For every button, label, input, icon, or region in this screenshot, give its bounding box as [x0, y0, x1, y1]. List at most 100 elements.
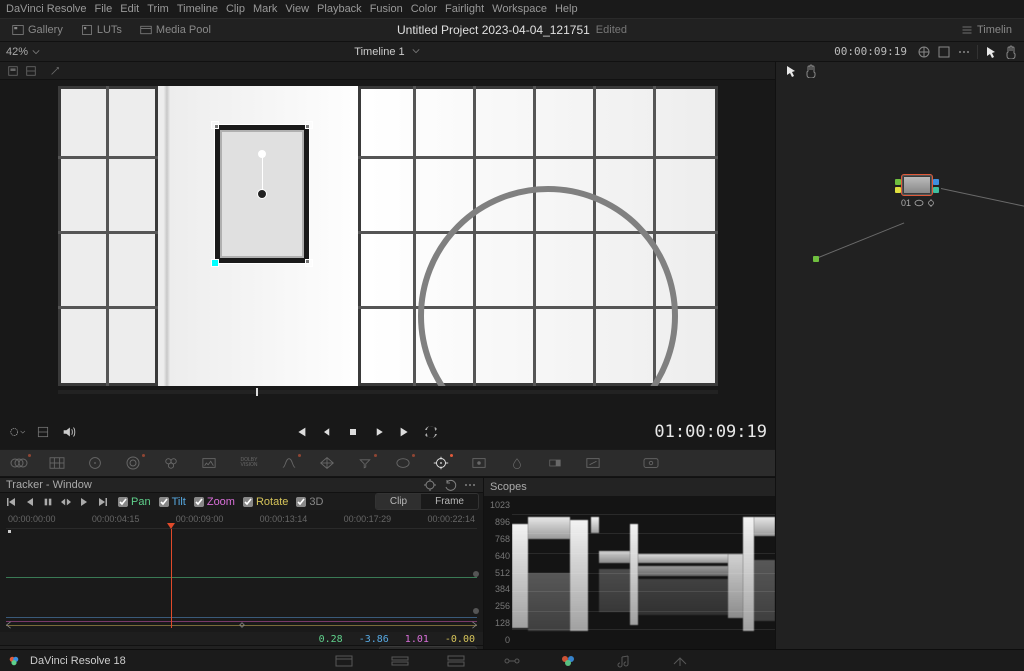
project-title: Untitled Project 2023-04-04_121751	[397, 23, 590, 37]
unmix-icon[interactable]	[34, 423, 52, 441]
track-reverse-button[interactable]	[22, 494, 38, 510]
qualifier-view-icon[interactable]	[6, 64, 20, 78]
zoom-checkbox[interactable]: Zoom	[194, 496, 235, 508]
last-frame-button[interactable]	[396, 423, 414, 441]
zoom-slider-handle-2[interactable]	[473, 608, 479, 614]
mute-icon[interactable]	[60, 423, 78, 441]
pan-checkbox[interactable]: Pan	[118, 496, 151, 508]
viewer-mode-row	[0, 62, 775, 80]
media-page-icon[interactable]	[334, 654, 354, 668]
pointer-tool-icon[interactable]	[984, 45, 998, 59]
menu-help[interactable]: Help	[555, 3, 578, 15]
viewer-scrub-bar[interactable]	[58, 390, 718, 394]
power-window-overlay[interactable]	[214, 124, 310, 264]
wand-icon[interactable]	[48, 64, 62, 78]
timeline-icon	[961, 24, 973, 36]
clip-frame-toggle[interactable]: Clip Frame	[375, 493, 479, 510]
menu-fusion[interactable]: Fusion	[370, 3, 403, 15]
menu-app[interactable]: DaVinci Resolve	[6, 3, 87, 15]
menu-clip[interactable]: Clip	[226, 3, 245, 15]
menu-view[interactable]: View	[285, 3, 309, 15]
track-both-button[interactable]	[58, 494, 74, 510]
media-pool-button[interactable]: Media Pool	[134, 22, 217, 38]
magic-mask-icon[interactable]	[466, 453, 492, 473]
tracker-playhead[interactable]	[171, 529, 172, 628]
menu-playback[interactable]: Playback	[317, 3, 362, 15]
expand-icon[interactable]	[937, 45, 951, 59]
track-forward-one-button[interactable]	[94, 494, 110, 510]
menu-workspace[interactable]: Workspace	[492, 3, 547, 15]
keyframe-next-icon[interactable]	[469, 620, 479, 630]
menu-fairlight[interactable]: Fairlight	[445, 3, 484, 15]
rgb-mixer-icon[interactable]	[158, 453, 184, 473]
sizing-icon[interactable]	[580, 453, 606, 473]
project-edited-label: Edited	[596, 24, 627, 36]
menu-color[interactable]: Color	[411, 3, 437, 15]
power-windows-icon[interactable]	[390, 453, 416, 473]
waveform-scope[interactable]	[512, 496, 775, 649]
record-timecode[interactable]: 01:00:09:19	[654, 422, 767, 442]
deliver-page-icon[interactable]	[670, 654, 690, 668]
primaries-wheels-icon[interactable]	[82, 453, 108, 473]
fusion-page-icon[interactable]	[502, 654, 522, 668]
node-number: 01	[901, 198, 911, 208]
blur-sharpen-icon[interactable]	[504, 453, 530, 473]
key-icon[interactable]	[542, 453, 568, 473]
gallery-icon	[12, 24, 24, 36]
tracker-center-icon[interactable]	[423, 478, 437, 492]
menu-timeline[interactable]: Timeline	[177, 3, 218, 15]
source-timecode[interactable]: 00:00:09:19	[834, 45, 907, 58]
curves-icon[interactable]	[276, 453, 302, 473]
hdr-wheels-icon[interactable]	[120, 453, 146, 473]
node-hand-icon[interactable]	[804, 64, 818, 78]
keyframe-prev-icon[interactable]	[4, 620, 14, 630]
image-wipe-icon[interactable]	[917, 45, 931, 59]
menu-file[interactable]: File	[95, 3, 113, 15]
menu-trim[interactable]: Trim	[147, 3, 169, 15]
dolby-vision-icon[interactable]: DOLBY VISION	[234, 453, 264, 473]
first-frame-button[interactable]	[292, 423, 310, 441]
camera-raw-icon[interactable]	[6, 453, 32, 473]
cut-page-icon[interactable]	[390, 654, 410, 668]
track-forward-button[interactable]	[76, 494, 92, 510]
node-pointer-icon[interactable]	[784, 64, 798, 78]
gallery-button[interactable]: Gallery	[6, 22, 69, 38]
timeline-button[interactable]: Timelin	[955, 22, 1018, 38]
play-button[interactable]	[370, 423, 388, 441]
node-graph[interactable]: 01	[775, 62, 1024, 649]
viewer-canvas[interactable]	[58, 86, 718, 386]
luts-button[interactable]: LUTs	[75, 22, 128, 38]
options-icon[interactable]	[957, 45, 971, 59]
onion-skin-icon[interactable]	[8, 423, 26, 441]
zoom-slider-handle[interactable]	[473, 571, 479, 577]
motion-effects-icon[interactable]	[196, 453, 222, 473]
tracker-reset-icon[interactable]	[443, 478, 457, 492]
hand-tool-icon[interactable]	[1004, 45, 1018, 59]
tilt-checkbox[interactable]: Tilt	[159, 496, 186, 508]
scope-y-axis: 1023 896 768 640 512 384 256 128 0	[484, 496, 512, 649]
menu-mark[interactable]: Mark	[253, 3, 277, 15]
stop-button[interactable]	[344, 423, 362, 441]
color-page-icon[interactable]	[558, 654, 578, 668]
loop-button[interactable]	[422, 423, 440, 441]
3d-icon[interactable]	[638, 453, 664, 473]
track-pause-button[interactable]	[40, 494, 56, 510]
rotate-checkbox[interactable]: Rotate	[243, 496, 288, 508]
qualifier-icon[interactable]	[352, 453, 378, 473]
keyframe-diamond-icon[interactable]	[237, 620, 247, 630]
menu-edit[interactable]: Edit	[120, 3, 139, 15]
edit-page-icon[interactable]	[446, 654, 466, 668]
source-port[interactable]	[813, 256, 819, 262]
tracker-options-icon[interactable]	[463, 478, 477, 492]
mask-view-icon[interactable]	[24, 64, 38, 78]
fairlight-page-icon[interactable]	[614, 654, 634, 668]
color-checker-icon[interactable]	[44, 453, 70, 473]
corrector-node-01[interactable]	[901, 174, 933, 196]
tracker-icon[interactable]	[428, 453, 454, 473]
3d-checkbox[interactable]: 3D	[296, 496, 323, 508]
prev-frame-button[interactable]	[318, 423, 336, 441]
tracker-graph[interactable]: 00:00:00:00 00:00:04:15 00:00:09:00 00:0…	[0, 510, 483, 632]
track-reverse-one-button[interactable]	[4, 494, 20, 510]
timeline-name[interactable]: Timeline 1	[0, 46, 774, 58]
color-warper-icon[interactable]	[314, 453, 340, 473]
